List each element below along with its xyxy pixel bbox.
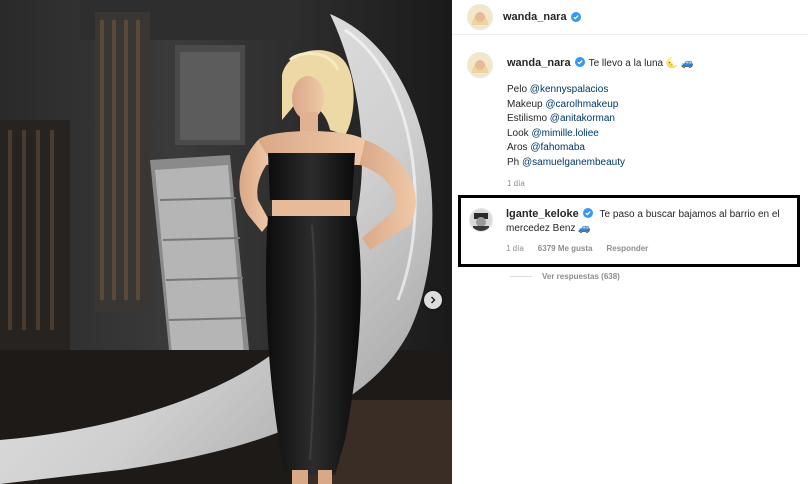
highlighted-comment: lgante_keloke Te paso a buscar bajamos a… (458, 195, 800, 267)
author-username[interactable]: wanda_nara (503, 11, 567, 23)
caption-timestamp[interactable]: 1 día (507, 179, 797, 188)
comment-actions: 1 día 6379 Me gusta Responder (506, 244, 648, 253)
caption-author-username[interactable]: wanda_nara (507, 57, 571, 69)
credit-label: Ph (507, 156, 523, 168)
credit-label: Pelo (507, 84, 530, 95)
credit-label: Estilismo (507, 113, 550, 125)
credit-label: Makeup (507, 98, 546, 110)
credit-mention-link[interactable]: @samuelganembeauty (522, 157, 625, 168)
post-photo[interactable] (0, 0, 452, 484)
reply-button[interactable]: Responder (607, 244, 649, 253)
credit-line: Estilismo @anitakorman (507, 112, 797, 127)
post-header: wanda_nara (452, 0, 808, 35)
credit-mention-link[interactable]: @carolhmakeup (545, 99, 618, 110)
caption-text: Te llevo a la luna 🌜 🚙 (588, 58, 694, 69)
comment-likes-count[interactable]: 6379 Me gusta (538, 244, 593, 253)
credit-mention-link[interactable]: @fahomaba (530, 142, 585, 153)
caption-author-avatar[interactable] (467, 52, 493, 78)
credit-mention-link[interactable]: @anitakorman (550, 113, 615, 124)
credit-label: Aros (507, 142, 531, 154)
verified-icon (582, 208, 593, 218)
avatar-image (468, 53, 492, 77)
commenter-username[interactable]: lgante_keloke (506, 208, 579, 220)
comment-timestamp[interactable]: 1 día (506, 244, 524, 253)
commenter-avatar[interactable] (469, 208, 493, 232)
post-photo-image (0, 0, 452, 484)
divider (510, 276, 532, 277)
comment-body: lgante_keloke Te paso a buscar bajamos a… (506, 207, 791, 236)
author-avatar[interactable] (467, 4, 493, 30)
caption-credits: Pelo @kennyspalacios Makeup @carolhmakeu… (507, 83, 797, 171)
credit-line: Look @mimille.loliee (507, 127, 797, 142)
credit-line: Aros @fahomaba (507, 141, 797, 156)
caption-title: wanda_nara Te llevo a la luna 🌜 🚙 (507, 56, 797, 71)
credit-label: Look (507, 127, 532, 139)
avatar-image (470, 209, 492, 231)
credit-mention-link[interactable]: @mimille.loliee (531, 128, 598, 139)
credit-mention-link[interactable]: @kennyspalacios (530, 84, 609, 95)
view-replies-label: Ver respuestas (638) (542, 272, 620, 281)
avatar-image (468, 5, 492, 29)
carousel-next-button[interactable] (424, 291, 442, 309)
caption-body: wanda_nara Te llevo a la luna 🌜 🚙 Pelo @k… (507, 56, 797, 188)
verified-icon (570, 12, 581, 22)
credit-line: Makeup @carolhmakeup (507, 98, 797, 113)
credit-line: Ph @samuelganembeauty (507, 156, 797, 171)
view-replies-button[interactable]: Ver respuestas (638) (510, 272, 620, 281)
credit-line: Pelo @kennyspalacios (507, 83, 797, 98)
chevron-right-icon (430, 296, 436, 304)
verified-icon (574, 57, 585, 67)
